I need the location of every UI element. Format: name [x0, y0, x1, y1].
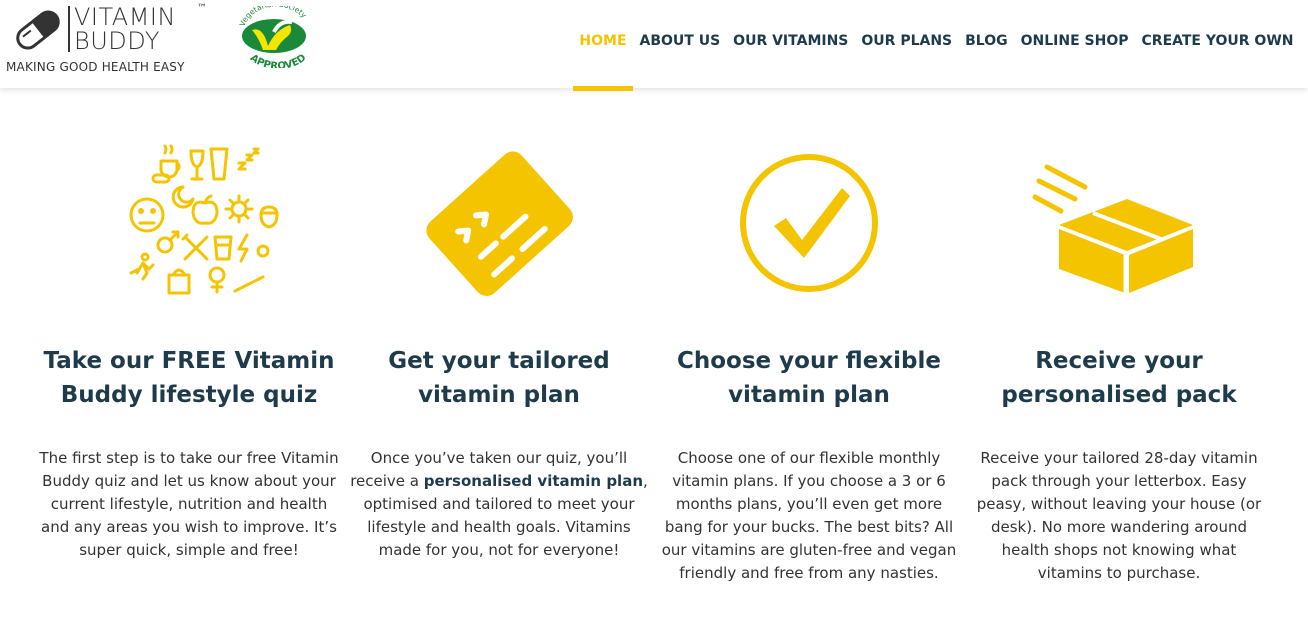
brand-name-line1: VITAMIN: [74, 3, 176, 31]
vitamin-plan-card-icon: [426, 151, 573, 296]
badge-bottom-text: APPROVED: [248, 52, 308, 72]
personalised-vitamin-plan-emphasis: personalised vitamin plan: [423, 472, 644, 490]
step-title: Get your tailored vitamin plan: [388, 348, 610, 408]
step-description: Once you’ve taken our quiz, you’ll recei…: [344, 447, 654, 562]
brand-tagline: MAKING GOOD HEALTH EASY: [6, 60, 185, 74]
pill-icon: [16, 10, 60, 50]
brand-name-line2: BUDDY: [74, 27, 161, 55]
step-title: Take our FREE Vitamin Buddy lifestyle qu…: [43, 348, 335, 408]
step-description: Choose one of our flexible monthly vitam…: [661, 449, 957, 582]
main-nav: HOME ABOUT US OUR VITAMINS OUR PLANS BLO…: [572, 30, 1300, 91]
logo-divider: [68, 6, 70, 52]
nav-home[interactable]: HOME: [572, 30, 634, 91]
step-description: Receive your tailored 28-day vitamin pac…: [976, 449, 1262, 582]
vegetarian-society-logo: Vegetarian Society APPROVED: [238, 0, 309, 72]
step-title: Receive your personalised pack: [1001, 348, 1237, 408]
nav-blog[interactable]: BLOG: [959, 30, 1015, 52]
how-it-works-steps: Take our FREE Vitamin Buddy lifestyle qu…: [0, 88, 1308, 631]
svg-text:APPROVED: APPROVED: [248, 52, 308, 68]
nav-our-plans[interactable]: OUR PLANS: [855, 30, 959, 52]
trademark-symbol: ™: [197, 3, 207, 14]
lifestyle-icons-cluster: [129, 144, 279, 294]
nav-about-us[interactable]: ABOUT US: [633, 30, 727, 52]
delivery-box-icon: [1032, 164, 1193, 293]
nav-online-shop[interactable]: ONLINE SHOP: [1014, 30, 1135, 52]
nav-our-vitamins[interactable]: OUR VITAMINS: [727, 30, 855, 52]
vegetarian-society-badge: Vegetarian Society APPROVED: [230, 0, 322, 72]
step-title: Choose your flexible vitamin plan: [677, 348, 941, 408]
site-header: VITAMIN BUDDY ™ MAKING GOOD HEALTH EASY …: [0, 0, 1308, 91]
nav-create-your-own[interactable]: CREATE YOUR OWN: [1135, 30, 1300, 52]
checkmark-circle-icon: [740, 154, 878, 292]
vitamin-buddy-logo[interactable]: VITAMIN BUDDY ™ MAKING GOOD HEALTH EASY: [6, 2, 207, 76]
step-description: The first step is to take our free Vitam…: [39, 449, 339, 559]
